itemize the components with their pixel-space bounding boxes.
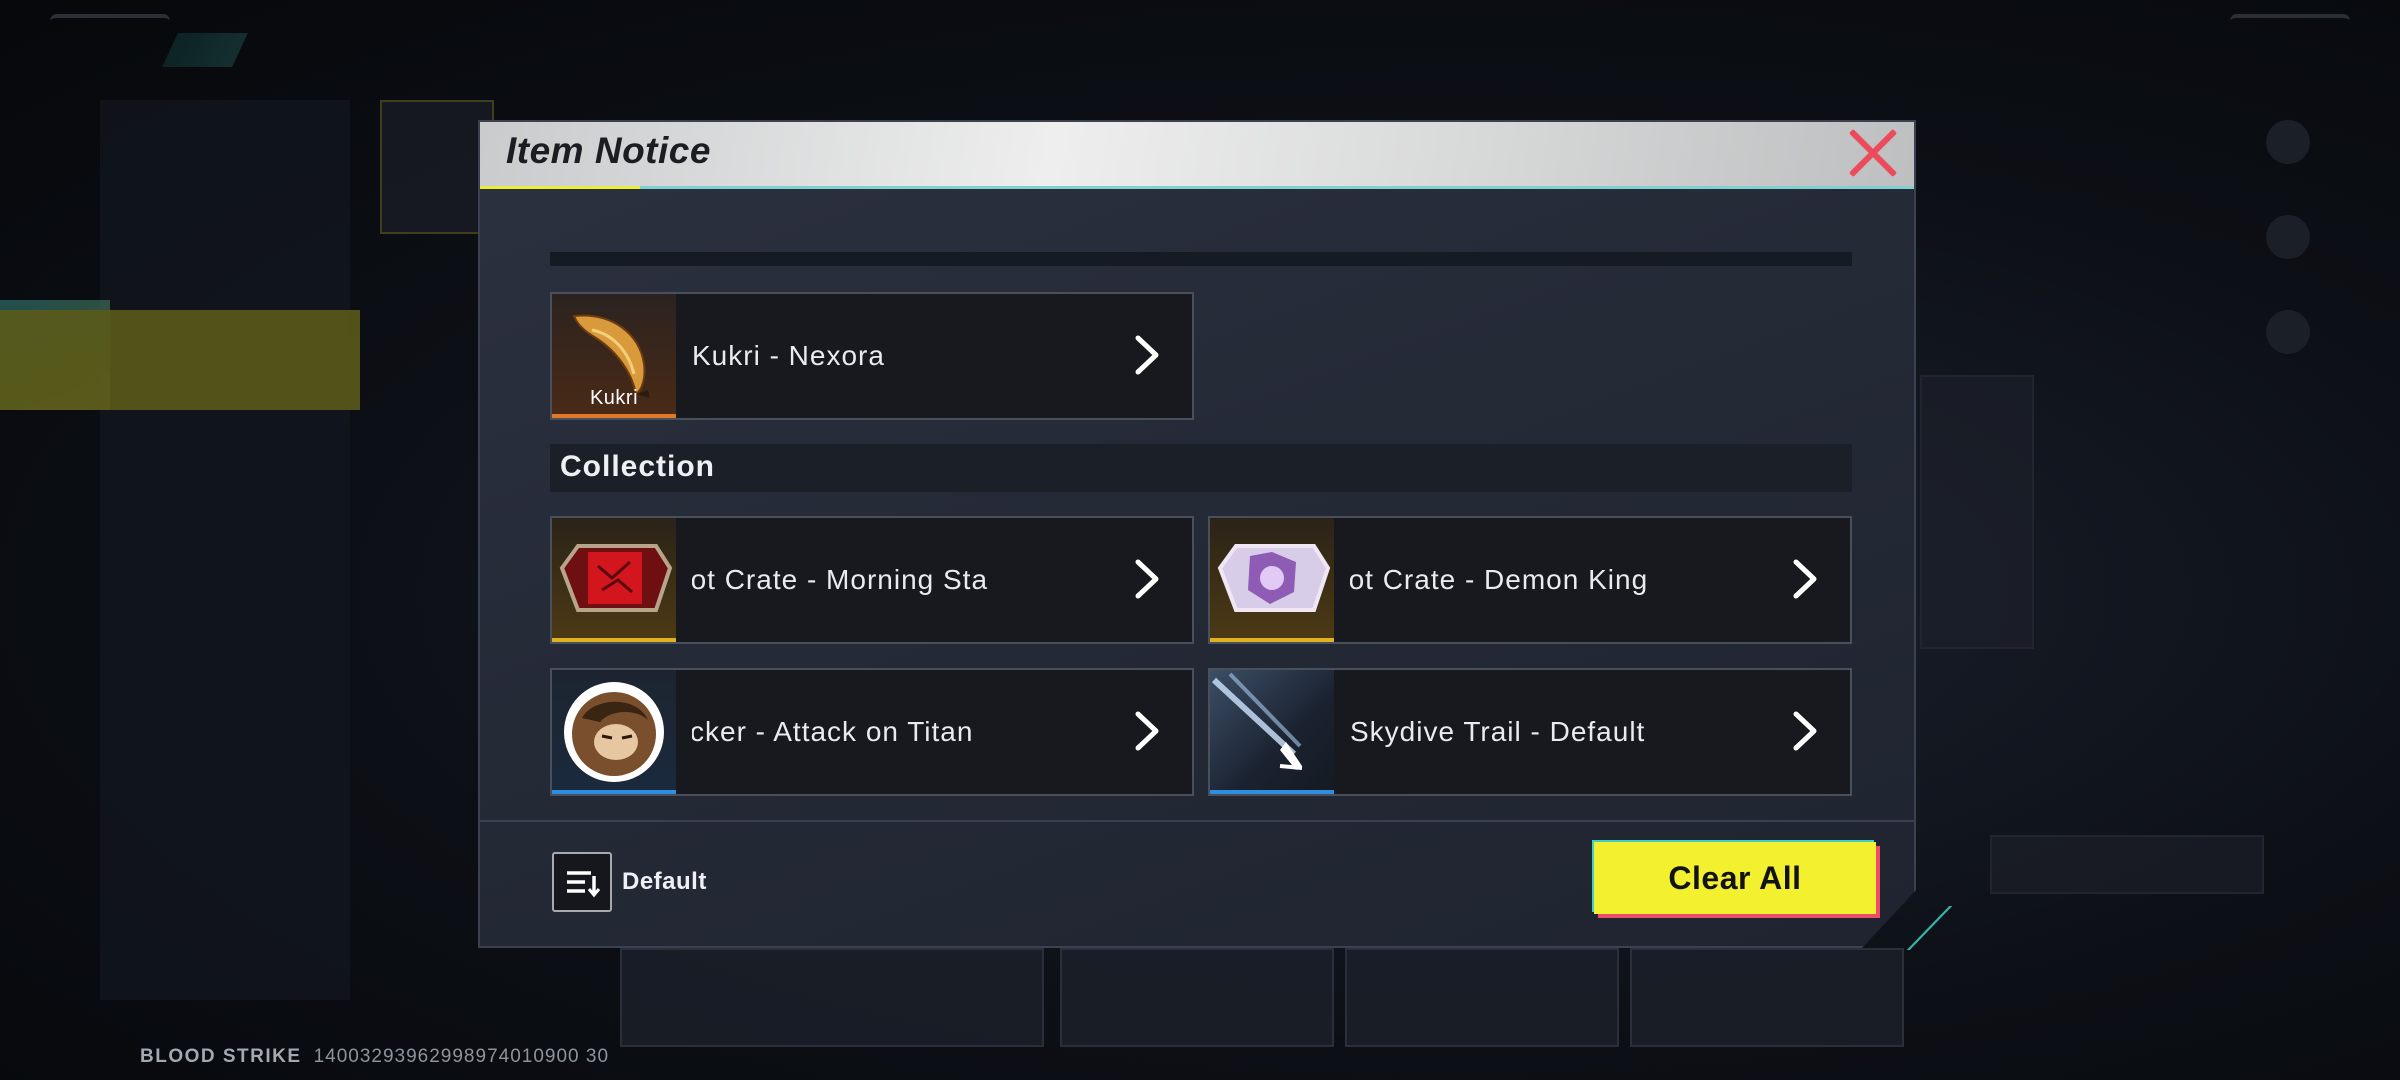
skydive-trail-icon (1211, 672, 1303, 770)
collection-item-card[interactable]: oot Crate - Demon King (1208, 516, 1852, 644)
item-name: Kukri - Nexora (692, 340, 885, 371)
item-notice-dialog: Item Notice Kukri Kukri - Nexora Collect… (478, 120, 1916, 948)
item-thumbnail: Kukri (552, 294, 676, 418)
footer-brand: BLOOD STRIKE (140, 1046, 302, 1067)
chevron-right-icon (1135, 711, 1159, 751)
item-thumb-label: Kukri (589, 387, 639, 409)
collection-section-title: Collection (560, 450, 716, 483)
background-bottom-card (1345, 948, 1619, 1047)
item-thumbnail (1210, 670, 1334, 794)
top-section-divider (550, 252, 1852, 266)
footer-id: 14003293962998974010900 30 (313, 1046, 610, 1067)
close-icon[interactable] (1846, 126, 1900, 180)
collection-item-card[interactable]: oot Crate - Morning Sta (550, 516, 1194, 644)
background-card (1920, 375, 2034, 649)
sort-label: Default (622, 868, 707, 895)
background-bottom-card (1630, 948, 1904, 1047)
chevron-right-icon (1793, 711, 1817, 751)
background-bottom-card (620, 948, 1044, 1047)
chevron-right-icon (1135, 335, 1159, 375)
item-thumbnail (552, 670, 676, 794)
featured-item-card[interactable]: Kukri Kukri - Nexora (550, 292, 1194, 420)
chevron-right-icon (1793, 559, 1817, 599)
background-topbar (162, 28, 630, 72)
top-right-frame-deco (2230, 14, 2350, 28)
item-name: ticker - Attack on Titan (692, 716, 974, 747)
background-bottom-card (1060, 948, 1334, 1047)
item-thumbnail (1210, 518, 1334, 642)
dialog-title: Item Notice (506, 130, 711, 171)
background-sidebar-active (0, 310, 360, 410)
background-logo (162, 33, 248, 67)
collection-section-header: Collection (550, 444, 1852, 492)
top-left-frame-deco (50, 14, 170, 28)
clear-all-label: Clear All (1668, 860, 1802, 896)
titan-sticker-icon (564, 682, 664, 782)
collection-item-card[interactable]: Skydive Trail - Default (1208, 668, 1852, 796)
rarity-bar (1210, 638, 1334, 642)
rarity-bar (552, 790, 676, 794)
purple-loot-crate-icon (1217, 544, 1331, 612)
item-thumbnail (552, 518, 676, 642)
footer-divider (480, 820, 1914, 822)
sort-icon (567, 871, 601, 898)
footer-build-info: BLOOD STRIKE 14003293962998974010900 30 (140, 1046, 609, 1068)
background-card (1990, 835, 2264, 894)
background-settings-icon (2266, 215, 2310, 259)
red-loot-crate-icon (559, 544, 673, 612)
background-card (380, 100, 494, 234)
dialog-header: Item Notice (480, 122, 1914, 189)
sort-button[interactable] (552, 852, 612, 912)
rarity-bar (1210, 790, 1334, 794)
chevron-right-icon (1135, 559, 1159, 599)
background-diamond-icon (2266, 310, 2310, 354)
item-name: oot Crate - Morning Sta (692, 564, 989, 595)
background-sidebar (100, 100, 350, 1000)
rarity-bar (552, 638, 676, 642)
background-moon-icon (2266, 120, 2310, 164)
item-name: Skydive Trail - Default (1350, 716, 1646, 747)
collection-item-card[interactable]: ticker - Attack on Titan (550, 668, 1194, 796)
item-name: oot Crate - Demon King (1350, 564, 1649, 595)
rarity-bar (552, 414, 676, 418)
clear-all-button[interactable]: Clear All (1594, 842, 1876, 914)
